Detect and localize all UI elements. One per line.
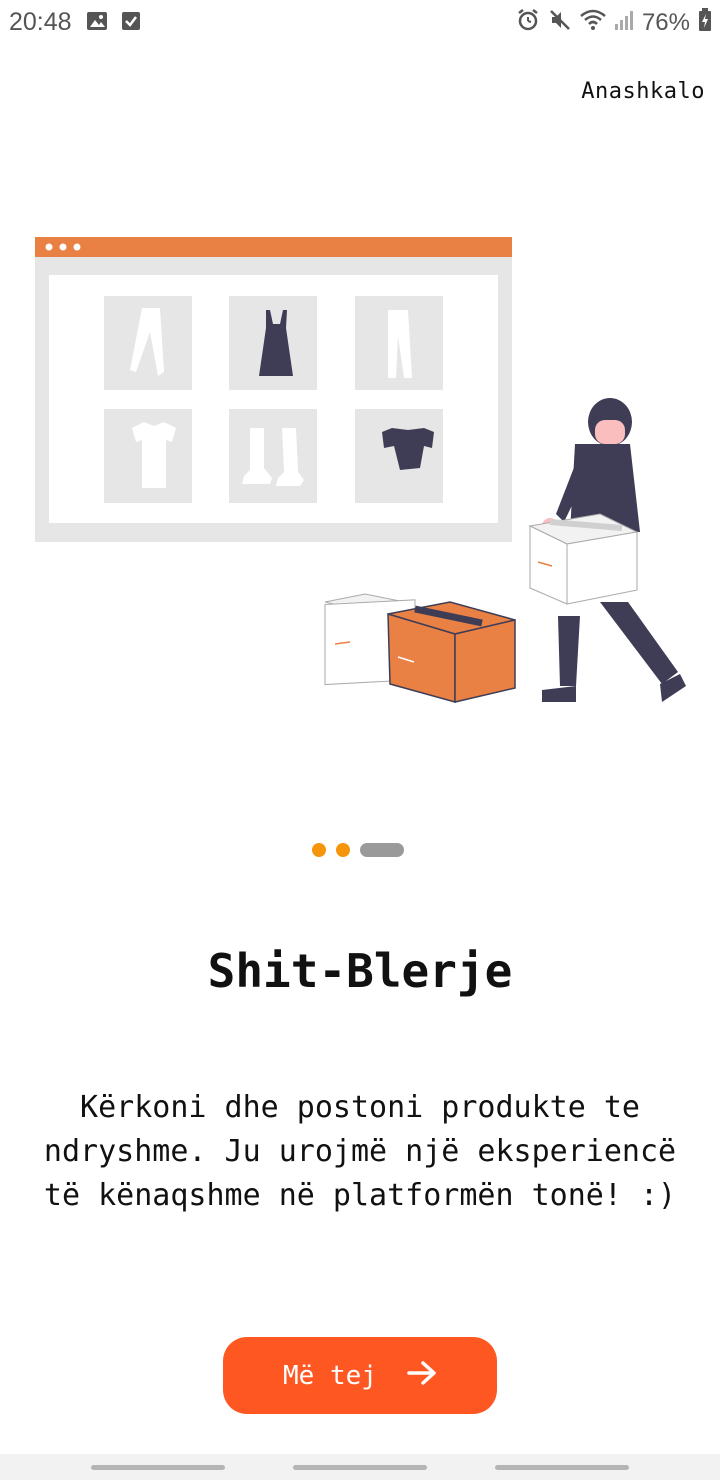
status-time: 20:48 (9, 8, 72, 36)
nav-handle[interactable] (495, 1465, 629, 1470)
pager-indicator (312, 843, 404, 857)
checkbox-icon (120, 10, 142, 37)
pager-dot (336, 843, 350, 857)
page-title: Shit-Blerje (207, 944, 513, 998)
battery-icon (698, 8, 712, 37)
battery-percent: 76% (641, 8, 690, 36)
signal-icon (614, 8, 634, 37)
image-icon (86, 10, 108, 37)
nav-handle[interactable] (293, 1465, 427, 1470)
page-description: Kërkoni dhe postoni produkte te ndryshme… (43, 1090, 677, 1213)
status-bar: 20:48 76% (0, 0, 720, 44)
onboarding-illustration (30, 232, 700, 712)
nav-handle[interactable] (91, 1465, 225, 1470)
boxes-graphic (324, 593, 516, 703)
arrow-right-icon (407, 1360, 437, 1391)
browser-window-graphic (35, 237, 512, 542)
skip-button[interactable]: Anashkalo (581, 79, 705, 104)
next-button[interactable]: Më tej (223, 1337, 497, 1414)
system-nav-bar (0, 1454, 720, 1480)
mute-icon (548, 8, 572, 37)
person-graphic (528, 398, 686, 702)
alarm-icon (516, 8, 540, 37)
pager-dot (312, 843, 326, 857)
wifi-icon (580, 8, 606, 37)
next-button-label: Më tej (283, 1360, 377, 1391)
pager-dot-active (360, 843, 404, 857)
